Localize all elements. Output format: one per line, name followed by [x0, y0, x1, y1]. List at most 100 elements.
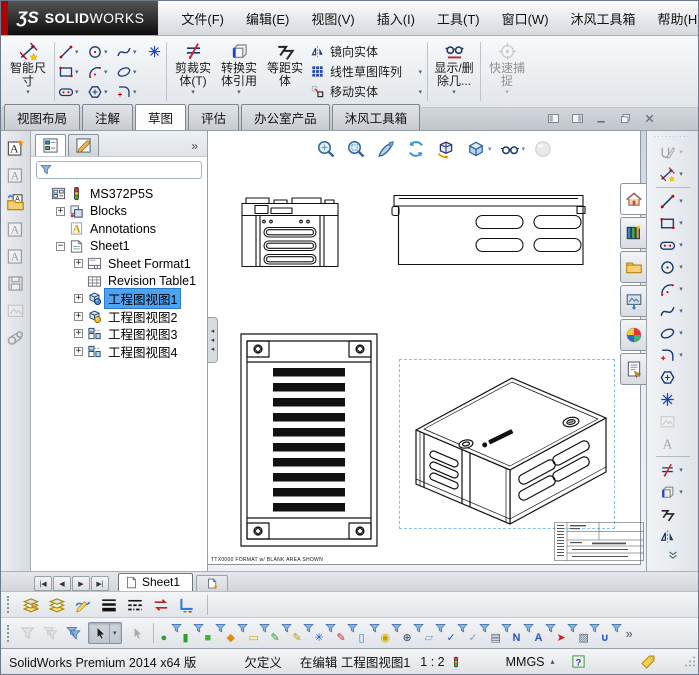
save-block-tool[interactable]	[6, 274, 25, 293]
taskpane-design-library-tab[interactable]	[620, 217, 646, 249]
mirror-entities-tool[interactable]	[659, 525, 686, 547]
tab-annotation[interactable]: 注解	[82, 104, 133, 130]
panel-splitter-handle[interactable]: ◂ ◂ ◂	[208, 317, 218, 363]
filter-leaders-button[interactable]: ➤	[556, 623, 577, 644]
display-style-button[interactable]: ▾	[466, 139, 492, 159]
tree-item-blocks[interactable]: + Blocks	[31, 203, 207, 221]
polygon-tool[interactable]: ▾	[87, 82, 116, 102]
tree-item-drawing-view1[interactable]: + 工程图视图1	[31, 290, 207, 308]
menu-view[interactable]: 视图(V)	[300, 9, 365, 28]
menu-file[interactable]: 文件(F)	[170, 9, 235, 28]
zoom-fit-button[interactable]	[316, 139, 338, 159]
tree-filter-box[interactable]	[36, 161, 202, 179]
polygon-tool[interactable]	[659, 366, 686, 388]
resize-grip[interactable]	[684, 655, 696, 668]
circle-tool[interactable]: ▾	[659, 256, 686, 278]
tree-item-drawing-view3[interactable]: + 工程图视图3	[31, 325, 207, 343]
hide-show-edges-button[interactable]	[178, 596, 196, 614]
filter-solid-bodies-button[interactable]: ◆	[226, 623, 247, 644]
filter-datums-button[interactable]: ⊕	[402, 623, 423, 644]
centerpoint-arc-tool[interactable]: ▾	[659, 278, 686, 300]
help-icon[interactable]	[571, 654, 586, 669]
filter-notes-button[interactable]: ▤	[490, 623, 511, 644]
unit-system-label[interactable]: MMGS	[506, 655, 545, 669]
toolbar-drag-handle[interactable]: ..........	[654, 133, 691, 139]
smart-dimension-tool[interactable]: ▾	[659, 163, 686, 185]
taskpane-appearances-tab[interactable]	[620, 319, 646, 351]
filter-dimensions-button[interactable]: ✎	[336, 623, 357, 644]
menu-edit[interactable]: 编辑(E)	[235, 9, 300, 28]
graphics-area[interactable]: TTX0000 FORMAT w/ BLANK AREA SHOWN ▾	[208, 131, 646, 571]
spline-tool[interactable]: ▾	[659, 300, 686, 322]
trim-entities-button[interactable]: 剪裁实体(T) ▾	[170, 38, 216, 105]
move-entities-button[interactable]: 移动实体 ▾	[310, 82, 422, 101]
convert-entities-dropdown-icon[interactable]: ▾	[237, 89, 241, 96]
ellipse-tool[interactable]: ▾	[116, 62, 145, 82]
first-sheet-button[interactable]: |◀	[34, 576, 52, 591]
redraw-button[interactable]	[406, 139, 428, 159]
tree-item-annotations[interactable]: Annotations	[31, 220, 207, 238]
filter-surface-bodies-button[interactable]: ▭	[248, 623, 269, 644]
tab-view-layout[interactable]: 视图布局	[4, 104, 80, 130]
zoom-area-button[interactable]	[346, 139, 368, 159]
tree-item-drawing-view4[interactable]: + 工程图视图4	[31, 343, 207, 361]
filter-weld-symbols-button[interactable]: ∪	[600, 623, 621, 644]
explode-block-tool[interactable]	[6, 301, 25, 320]
display-delete-relations-button[interactable]: 显示/删除几... ▾	[431, 38, 477, 105]
sketch-tool[interactable]: ▾	[659, 141, 686, 163]
rebuild-block-tool[interactable]	[6, 247, 25, 266]
fillet-tool[interactable]: ▾	[659, 344, 686, 366]
filter-hatch-button[interactable]: ▨	[578, 623, 599, 644]
filter-gtol-button[interactable]: ✓	[446, 623, 467, 644]
line-style-button[interactable]	[126, 596, 144, 614]
hide-show-items-button[interactable]: ▾	[500, 139, 526, 159]
slot-tool[interactable]: ▾	[659, 234, 686, 256]
taskpane-resources-tab[interactable]	[620, 183, 646, 215]
sheet-tab-sheet1[interactable]: Sheet1	[118, 573, 193, 591]
doc-restore-button[interactable]	[619, 112, 632, 125]
circle-tool[interactable]: ▾	[87, 42, 116, 62]
tab-office-products[interactable]: 办公室产品	[241, 104, 330, 130]
belt-chain-tool[interactable]	[6, 328, 25, 347]
trim-entities-tool[interactable]: ▾	[659, 459, 686, 481]
drawing-view-isometric-selected[interactable]	[399, 359, 615, 529]
drawing-view-front[interactable]	[241, 195, 339, 268]
filter-sketches-button[interactable]: ✎	[270, 623, 291, 644]
unit-system-caret-icon[interactable]: ▴	[551, 657, 555, 666]
tag-icon[interactable]	[640, 654, 656, 670]
convert-entities-button[interactable]: 转换实体引用 ▾	[216, 38, 262, 105]
tree-item-drawing-view2[interactable]: + 工程图视图2	[31, 308, 207, 326]
drawing-view-side[interactable]	[391, 192, 586, 268]
taskpane-custom-properties-tab[interactable]	[620, 353, 646, 385]
toolbar-more-chevron-icon[interactable]	[666, 548, 680, 567]
tab-evaluate[interactable]: 评估	[188, 104, 239, 130]
filter-planes-button[interactable]: ▱	[424, 623, 445, 644]
linear-pattern-dropdown-icon[interactable]: ▾	[418, 68, 422, 76]
panel-more-chevron-icon[interactable]: »	[186, 139, 203, 156]
color-display-mode-button[interactable]	[152, 596, 170, 614]
drawing-sheet[interactable]: TTX0000 FORMAT w/ BLANK AREA SHOWN	[208, 131, 641, 565]
filter-surface-finish-button[interactable]: ◉	[380, 623, 401, 644]
menu-help[interactable]: 帮助(H)	[647, 9, 699, 28]
featuremanager-tab[interactable]	[35, 134, 66, 156]
filter-sketch-points-button[interactable]: ✳	[314, 623, 335, 644]
filter-annotations-button[interactable]: ▯	[358, 623, 379, 644]
filter-balloons-button[interactable]: N	[512, 623, 533, 644]
display-delete-dropdown-icon[interactable]: ▾	[452, 89, 456, 96]
edit-block-tool[interactable]	[6, 166, 25, 185]
next-sheet-button[interactable]: ▶	[72, 576, 90, 591]
filter-toggle-button[interactable]	[17, 623, 38, 644]
trim-entities-dropdown-icon[interactable]: ▾	[191, 89, 195, 96]
move-entities-dropdown-icon[interactable]: ▾	[418, 88, 422, 96]
make-block-tool[interactable]	[6, 139, 25, 158]
text-tool[interactable]	[659, 432, 686, 454]
slot-tool[interactable]: ▾	[58, 82, 87, 102]
menu-insert[interactable]: 插入(I)	[366, 9, 426, 28]
menu-mufeng-toolbox[interactable]: 沐风工具箱	[560, 9, 647, 28]
menu-tools[interactable]: 工具(T)	[426, 9, 491, 28]
menu-window[interactable]: 窗口(W)	[491, 9, 560, 28]
select-tool-button[interactable]: ▾	[88, 622, 122, 644]
filter-faces-button[interactable]: ■	[204, 623, 225, 644]
doc-minimize-button[interactable]	[595, 112, 608, 125]
layer-properties-button[interactable]	[22, 596, 40, 614]
